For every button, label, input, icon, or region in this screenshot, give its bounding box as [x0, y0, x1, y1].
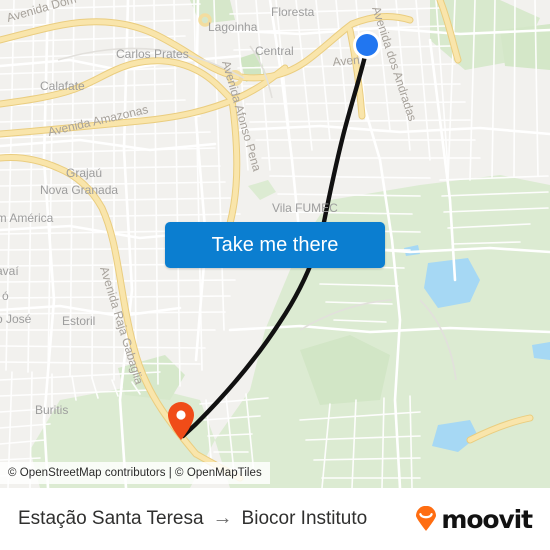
arrow-right-icon: →: [212, 507, 233, 529]
place-label: Estoril: [62, 314, 95, 328]
place-label: Buritis: [35, 403, 68, 417]
footer-bar: Estação Santa Teresa → Biocor Instituto …: [0, 488, 550, 550]
place-label: Calafate: [40, 79, 85, 93]
destination-pin-hole: [176, 410, 186, 420]
moovit-pin-icon: [416, 506, 437, 531]
place-label: o José: [0, 312, 32, 326]
take-me-there-button[interactable]: Take me there: [165, 222, 385, 268]
place-label: Carlos Prates: [116, 47, 189, 61]
moovit-route-screen: Avenida Dom Avenida Amazonas Avenida Afo…: [0, 0, 550, 550]
origin-marker-dot: [356, 34, 378, 56]
route-summary: Estação Santa Teresa → Biocor Instituto: [18, 508, 367, 530]
road-label: Aven: [332, 53, 360, 69]
place-label: avaí: [0, 264, 19, 278]
origin-name: Estação Santa Teresa: [18, 508, 204, 529]
place-label: im América: [0, 211, 54, 225]
attribution-text: © OpenStreetMap contributors | © OpenMap…: [8, 467, 262, 479]
moovit-wordmark: moovit: [441, 504, 533, 534]
place-label: Grajaú: [66, 166, 102, 180]
place-label: Vila FUMEC: [272, 201, 338, 215]
place-label: Central: [255, 44, 294, 58]
destination-name: Biocor Instituto: [241, 508, 368, 529]
place-label: Floresta: [271, 5, 315, 19]
place-label: Lagoinha: [208, 20, 258, 34]
map-attribution[interactable]: © OpenStreetMap contributors | © OpenMap…: [0, 462, 270, 484]
origin-marker: [353, 31, 381, 59]
place-label: ó: [2, 289, 9, 303]
place-label: Nova Granada: [40, 183, 118, 197]
moovit-logo[interactable]: moovit: [414, 504, 533, 534]
